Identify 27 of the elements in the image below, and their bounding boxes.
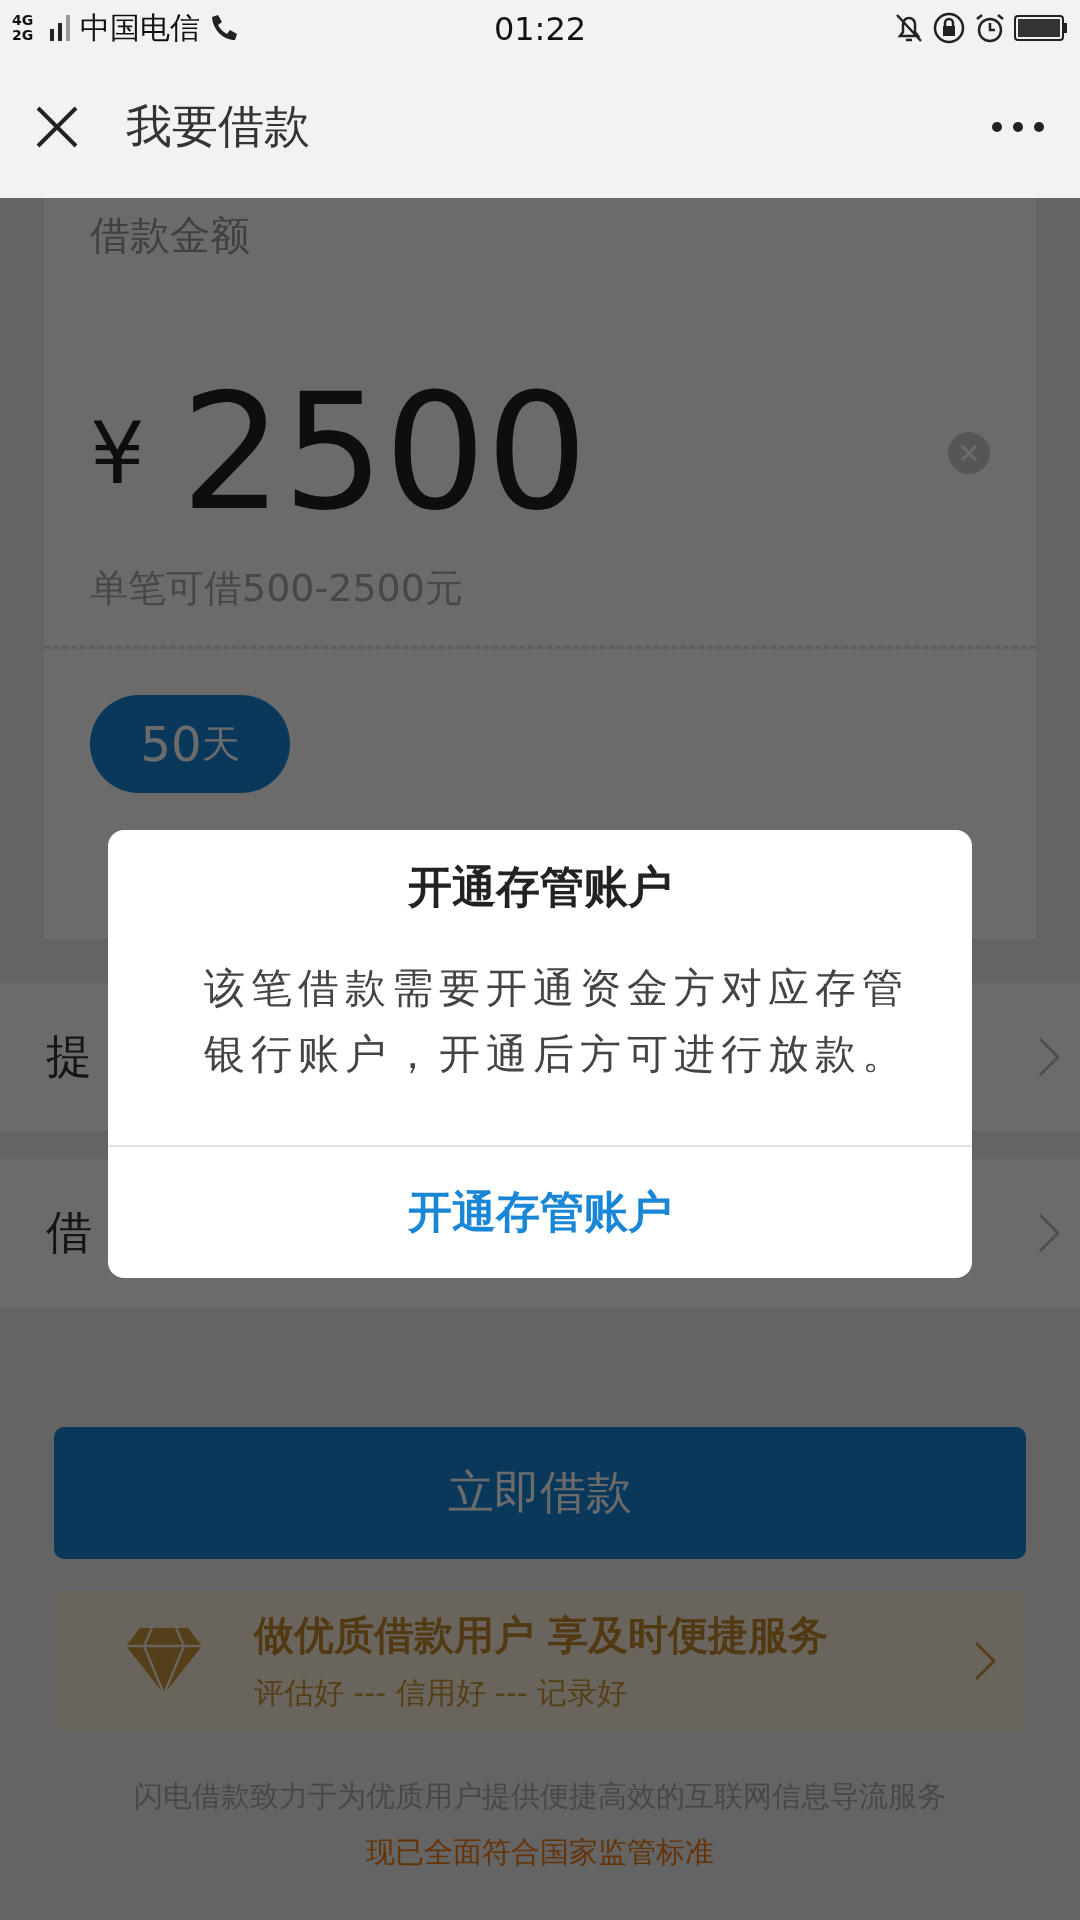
row-label: 借 — [46, 1204, 92, 1261]
diamond-icon — [124, 1626, 204, 1696]
compliance-notice: 现已全面符合国家监管标准 — [365, 1834, 715, 1871]
battery-icon — [1014, 15, 1068, 41]
network-indicator: 4G 2G — [12, 13, 35, 43]
bell-off-icon — [894, 12, 924, 44]
page-title: 我要借款 — [126, 98, 311, 155]
currency-sign: ¥ — [90, 403, 145, 503]
row-label: 提 — [46, 1028, 92, 1085]
banner-subtitle: 评估好 --- 信用好 --- 记录好 — [254, 1674, 629, 1712]
chevron-right-icon — [1038, 1213, 1060, 1253]
clock-time: 01:22 — [493, 10, 587, 48]
amount-value: 2500 — [180, 373, 589, 533]
promo-banner[interactable]: 做优质借款用户 享及时便捷服务 评估好 --- 信用好 --- 记录好 — [54, 1591, 1026, 1731]
alarm-icon — [974, 12, 1006, 44]
signal-icon — [50, 15, 72, 41]
banner-title: 做优质借款用户 享及时便捷服务 — [254, 1611, 829, 1660]
more-icon[interactable] — [992, 122, 1044, 132]
close-icon[interactable] — [36, 106, 78, 148]
chevron-right-icon — [1038, 1037, 1060, 1077]
open-account-button[interactable]: 开通存管账户 — [108, 1145, 972, 1278]
borrow-button[interactable]: 立即借款 — [54, 1427, 1026, 1559]
carrier-name: 中国电信 — [80, 8, 200, 47]
chevron-right-icon — [974, 1641, 996, 1681]
dialog-title: 开通存管账户 — [407, 860, 673, 914]
term-option[interactable]: 50天 — [90, 695, 290, 793]
dialog-message: 该笔借款需要开通资金方对应存管银行账户，开通后方可进行放款。 — [204, 963, 910, 1080]
